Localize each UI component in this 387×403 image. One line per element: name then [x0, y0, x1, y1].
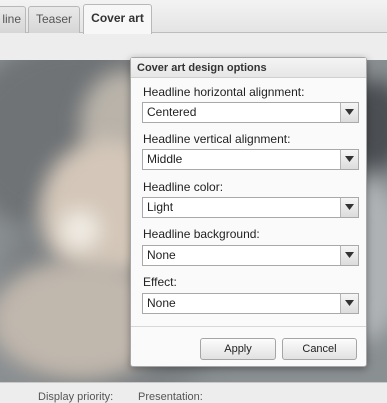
headline-color-value: Light: [147, 200, 174, 214]
dialog-title: Cover art design options: [131, 58, 366, 78]
cancel-button[interactable]: Cancel: [282, 338, 357, 360]
chevron-down-icon[interactable]: [340, 103, 358, 122]
chevron-down-icon[interactable]: [340, 198, 358, 217]
chevron-down-icon[interactable]: [340, 246, 358, 265]
headline-color-label: Headline color:: [143, 180, 224, 194]
tab-outline[interactable]: line: [0, 6, 26, 33]
content-divider: [0, 382, 387, 383]
cover-art-options-dialog: Cover art design options Headline horizo…: [130, 57, 367, 367]
apply-button[interactable]: Apply: [200, 338, 276, 360]
horizontal-alignment-select[interactable]: Centered: [142, 102, 359, 123]
tab-teaser[interactable]: Teaser: [28, 6, 80, 33]
dialog-separator: [131, 326, 366, 327]
headline-background-label: Headline background:: [143, 227, 260, 241]
horizontal-alignment-value: Centered: [147, 105, 197, 119]
effect-label: Effect:: [143, 275, 177, 289]
tab-cover-art[interactable]: Cover art: [83, 4, 152, 34]
vertical-alignment-label: Headline vertical alignment:: [143, 132, 291, 146]
chevron-down-icon[interactable]: [340, 150, 358, 169]
effect-value: None: [147, 296, 176, 310]
tab-bar: line Teaser Cover art: [0, 0, 387, 34]
presentation-label: Presentation:: [138, 391, 203, 403]
horizontal-alignment-label: Headline horizontal alignment:: [143, 85, 305, 99]
effect-select[interactable]: None: [142, 293, 359, 314]
vertical-alignment-select[interactable]: Middle: [142, 149, 359, 170]
headline-background-select[interactable]: None: [142, 245, 359, 266]
headline-background-value: None: [147, 248, 176, 262]
display-priority-label: Display priority:: [38, 391, 114, 403]
chevron-down-icon[interactable]: [340, 294, 358, 313]
headline-color-select[interactable]: Light: [142, 197, 359, 218]
vertical-alignment-value: Middle: [147, 152, 183, 166]
